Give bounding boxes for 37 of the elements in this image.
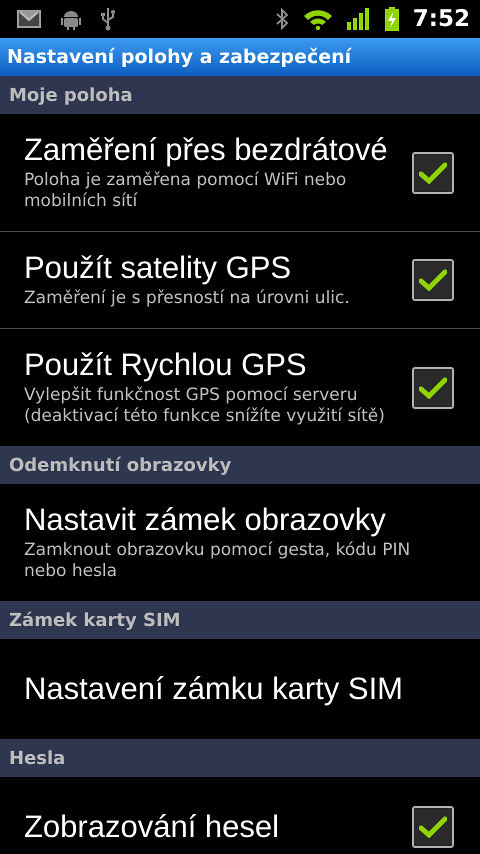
settings-item[interactable]: Použít Rychlou GPS Vylepšit funkčnost GPS pomocí serveru (deaktivací této funkce snížíte využití sítě) xyxy=(0,329,480,446)
item-title: Použít satelity GPS xyxy=(24,251,292,285)
settings-item[interactable]: Zaměření přes bezdrátové Poloha je zaměřena pomocí WiFi nebo mobilních sítí xyxy=(0,114,480,231)
section-title: Hesla xyxy=(9,748,66,768)
android-icon xyxy=(60,8,82,30)
item-title: Zaměření přes bezdrátové xyxy=(24,133,389,167)
checkbox[interactable] xyxy=(412,806,454,848)
checkmark-icon xyxy=(419,162,447,184)
section-title: Moje poloha xyxy=(9,84,133,106)
bluetooth-icon xyxy=(274,8,289,30)
item-summary: Vylepšit funkčnost GPS pomocí serveru (deaktivací této funkce snížíte využití sítě) xyxy=(24,385,386,427)
screen-title: Nastavení polohy a zabezpečení xyxy=(7,46,352,68)
usb-icon xyxy=(100,7,116,31)
signal-icon xyxy=(346,8,371,30)
item-summary: Zamknout obrazovku pomocí gesta, kódu PIN nebo hesla xyxy=(24,540,412,582)
wifi-icon xyxy=(302,8,333,30)
battery-charging-icon xyxy=(384,7,399,31)
checkmark-icon xyxy=(419,376,447,398)
section-title: Odemknutí obrazovky xyxy=(9,454,232,476)
checkmark-icon xyxy=(419,816,447,838)
item-title: Zobrazování hesel xyxy=(24,810,280,844)
item-summary: Poloha je zaměřena pomocí WiFi nebo mobilních sítí xyxy=(24,170,348,212)
checkbox[interactable] xyxy=(412,366,454,408)
item-title: Použít Rychlou GPS xyxy=(24,348,308,382)
item-summary: Zaměření je s přesností na úrovni ulic. xyxy=(24,288,351,309)
item-title: Nastavení zámku karty SIM xyxy=(24,672,404,706)
settings-item[interactable]: Zobrazování hesel xyxy=(0,777,480,854)
item-title: Nastavit zámek obrazovky xyxy=(24,503,387,537)
mail-icon xyxy=(16,9,42,29)
section-title: Zámek karty SIM xyxy=(9,610,181,630)
settings-item[interactable]: Použít satelity GPS Zaměření je s přesností na úrovni ulic. xyxy=(0,232,480,328)
checkmark-icon xyxy=(419,269,447,291)
clock-time: 7:52 xyxy=(412,6,470,32)
checkbox[interactable] xyxy=(412,152,454,194)
settings-item[interactable]: Nastavit zámek obrazovky Zamknout obrazovku pomocí gesta, kódu PIN nebo hesla xyxy=(0,484,480,601)
checkbox[interactable] xyxy=(412,259,454,301)
settings-item[interactable]: Nastavení zámku karty SIM xyxy=(0,639,480,739)
